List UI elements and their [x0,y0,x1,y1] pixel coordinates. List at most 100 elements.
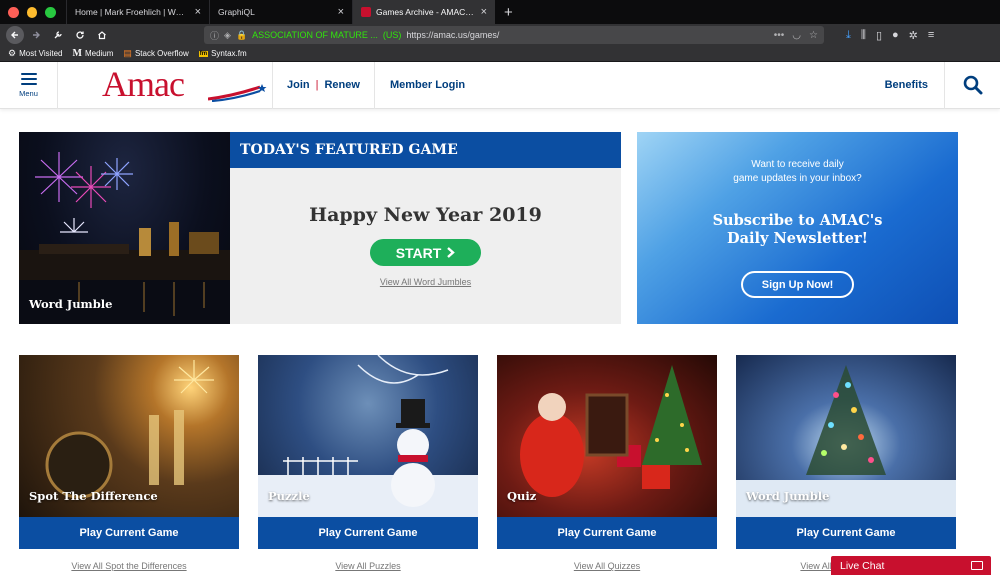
view-all-link[interactable]: View All Quizzes [497,561,717,571]
back-arrow-icon [11,31,18,39]
card-label: Word Jumble [746,489,830,503]
back-button[interactable] [6,26,24,44]
view-all-link[interactable]: View All Spot the Differences [19,561,239,571]
close-tab-icon[interactable]: × [338,6,344,18]
hamburger-menu-icon[interactable]: ≡ [928,29,934,41]
window-controls [0,0,66,24]
bookmark-label: Medium [84,49,114,58]
newsletter-headline-line2: Daily Newsletter! [727,230,868,247]
info-icon[interactable]: ⓘ [210,29,219,42]
forward-arrow-icon [33,31,40,39]
view-all-word-jumbles-link[interactable]: View All Word Jumbles [230,277,621,287]
menu-label: Menu [19,88,38,98]
downloads-icon[interactable]: ⤓ [846,29,851,42]
reload-button[interactable] [70,25,90,45]
customize-button[interactable] [48,25,68,45]
zoom-window-button[interactable] [45,6,57,18]
site-header: Menu Amac Join | Renew Member Login Bene… [0,61,1000,109]
new-tab-button[interactable]: + [495,0,522,24]
bookmark-item[interactable]: M Medium [73,48,114,59]
featured-game-title: Happy New Year 2019 [309,204,542,226]
forward-button[interactable] [26,25,46,45]
tab-title: Home | Mark Froehlich | Web Dev [75,7,189,17]
tracking-shield-icon[interactable]: ◈ [224,30,231,41]
newsletter-prompt: Want to receive daily game updates in yo… [637,158,958,186]
game-cards: Spot The Difference Play Current Game Vi… [19,355,956,571]
amac-favicon-icon [361,7,371,17]
start-label: START [395,244,442,261]
chat-window-icon [971,561,983,570]
library-icon[interactable]: ⫼ [861,29,866,42]
santa-fireplace-image[interactable]: Quiz [497,355,717,517]
gear-icon: ⚙ [8,48,17,58]
bookmark-star-icon[interactable]: ☆ [809,30,818,41]
amac-logo[interactable]: Amac [58,61,273,109]
featured-heading: TODAY'S FEATURED GAME [230,132,621,168]
bookmark-item[interactable]: fm Syntax.fm [198,49,247,58]
play-current-game-button[interactable]: Play Current Game [258,517,478,549]
snowman-image[interactable]: Puzzle [258,355,478,517]
newsletter-headline-line1: Subscribe to AMAC's [712,212,883,229]
url-text[interactable]: https://amac.us/games/ [406,30,499,40]
play-current-game-button[interactable]: Play Current Game [497,517,717,549]
browser-tab[interactable]: Home | Mark Froehlich | Web Dev × [66,0,209,24]
browser-nav-bar: ⓘ ◈ 🔒 ASSOCIATION OF MATURE ... (US) htt… [0,24,1000,46]
champagne-clock-image[interactable]: Spot The Difference [19,355,239,517]
join-renew-links: Join | Renew [273,61,375,109]
home-button[interactable] [92,25,112,45]
browser-tab-active[interactable]: Games Archive - AMAC - The A × [352,0,495,24]
site-country: (US) [382,30,402,40]
member-login-link[interactable]: Member Login [375,79,465,91]
game-card: Word Jumble Play Current Game View All W… [736,355,956,571]
play-current-game-button[interactable]: Play Current Game [736,517,956,549]
chevron-right-icon [447,247,456,258]
view-all-link[interactable]: View All Puzzles [258,561,478,571]
benefits-link[interactable]: Benefits [885,61,945,109]
site-identity: ASSOCIATION OF MATURE ... [252,30,378,40]
page-actions-icon[interactable]: ••• [774,30,785,41]
bookmark-item[interactable]: ⚙ Most Visited [8,48,63,59]
tab-title: GraphiQL [218,7,255,17]
tab-title: Games Archive - AMAC - The A [376,7,475,17]
lit-tree-image[interactable]: Word Jumble [736,355,956,517]
card-label: Puzzle [268,489,310,503]
search-icon [963,75,982,95]
card-label: Quiz [507,489,537,503]
address-bar[interactable]: ⓘ ◈ 🔒 ASSOCIATION OF MATURE ... (US) htt… [204,26,824,44]
join-link[interactable]: Join [287,79,310,91]
newsletter-prompt-line2: game updates in your inbox? [733,173,862,184]
wrench-icon [54,31,62,39]
fireworks-image[interactable]: Word Jumble [19,132,230,324]
close-tab-icon[interactable]: × [195,6,201,18]
logo-swoosh-icon [208,83,267,102]
toolbar-icons: ⤓ ⫼ ▯ ● ✲ ≡ [846,29,934,42]
newsletter-promo: Want to receive daily game updates in yo… [637,132,958,324]
close-window-button[interactable] [8,6,19,18]
sidebar-icon[interactable]: ▯ [876,29,882,42]
close-tab-icon[interactable]: × [481,6,487,18]
home-icon [98,31,106,40]
medium-icon: M [72,48,82,59]
pocket-icon[interactable]: ◡ [792,30,801,41]
settings-extension-icon[interactable]: ✲ [909,29,918,42]
extension-icon[interactable]: ● [892,29,899,41]
live-chat-button[interactable]: Live Chat [831,556,991,575]
game-card: Quiz Play Current Game View All Quizzes [497,355,717,571]
browser-tab[interactable]: GraphiQL × [209,0,352,24]
search-button[interactable] [945,62,1000,109]
play-current-game-button[interactable]: Play Current Game [19,517,239,549]
minimize-window-button[interactable] [26,6,38,18]
logo-text: Amac [102,64,185,104]
menu-button[interactable]: Menu [0,61,58,109]
renew-link[interactable]: Renew [324,79,359,91]
game-card: Spot The Difference Play Current Game Vi… [19,355,239,571]
live-chat-label: Live Chat [840,559,885,572]
stackoverflow-icon: ▤ [123,48,132,58]
newsletter-prompt-line1: Want to receive daily [751,159,844,170]
start-button[interactable]: START [370,239,481,266]
sign-up-button[interactable]: Sign Up Now! [741,271,854,298]
featured-game: Word Jumble TODAY'S FEATURED GAME Happy … [19,132,621,324]
fireworks-illustration [19,152,230,324]
bookmark-item[interactable]: ▤ Stack Overflow [123,48,188,59]
lock-icon[interactable]: 🔒 [236,30,247,41]
